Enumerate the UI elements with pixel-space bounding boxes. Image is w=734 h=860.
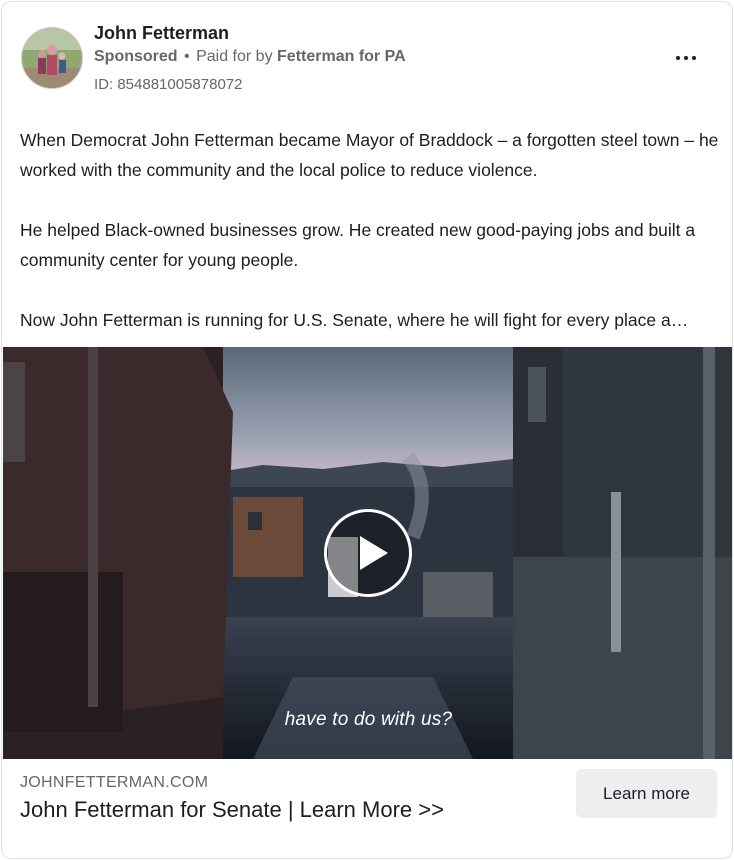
link-domain[interactable]: JOHNFETTERMAN.COM [20, 774, 208, 792]
learn-more-button[interactable]: Learn more [576, 769, 717, 818]
ad-id: ID: 854881005878072 [94, 76, 243, 93]
avatar-image [22, 28, 82, 88]
ad-header: John Fetterman Sponsored • Paid for by F… [2, 2, 732, 112]
paragraph: He helped Black-owned businesses grow. H… [20, 220, 696, 270]
more-options-icon[interactable] [666, 44, 706, 72]
paid-for-prefix: Paid for by [196, 48, 273, 65]
link-headline[interactable]: John Fetterman for Senate | Learn More >… [20, 797, 444, 823]
ad-body-text: When Democrat John Fetterman became Mayo… [20, 125, 720, 335]
paid-for-by[interactable]: Fetterman for PA [277, 48, 406, 65]
ad-card: John Fetterman Sponsored • Paid for by F… [1, 1, 733, 859]
video-subtitle: have to do with us? [284, 709, 453, 730]
sponsorship-info: Sponsored • Paid for by Fetterman for PA [94, 48, 406, 66]
sponsored-label: Sponsored [94, 48, 178, 65]
video-player[interactable]: have to do with us? [3, 347, 732, 759]
avatar[interactable] [21, 27, 83, 89]
play-icon[interactable] [324, 509, 412, 597]
separator: • [184, 48, 190, 65]
link-preview[interactable]: JOHNFETTERMAN.COM John Fetterman for Sen… [2, 759, 732, 858]
paragraph: When Democrat John Fetterman became Mayo… [20, 130, 719, 180]
paragraph: Now John Fetterman is running for U.S. S… [20, 310, 689, 330]
advertiser-name[interactable]: John Fetterman [94, 23, 229, 44]
